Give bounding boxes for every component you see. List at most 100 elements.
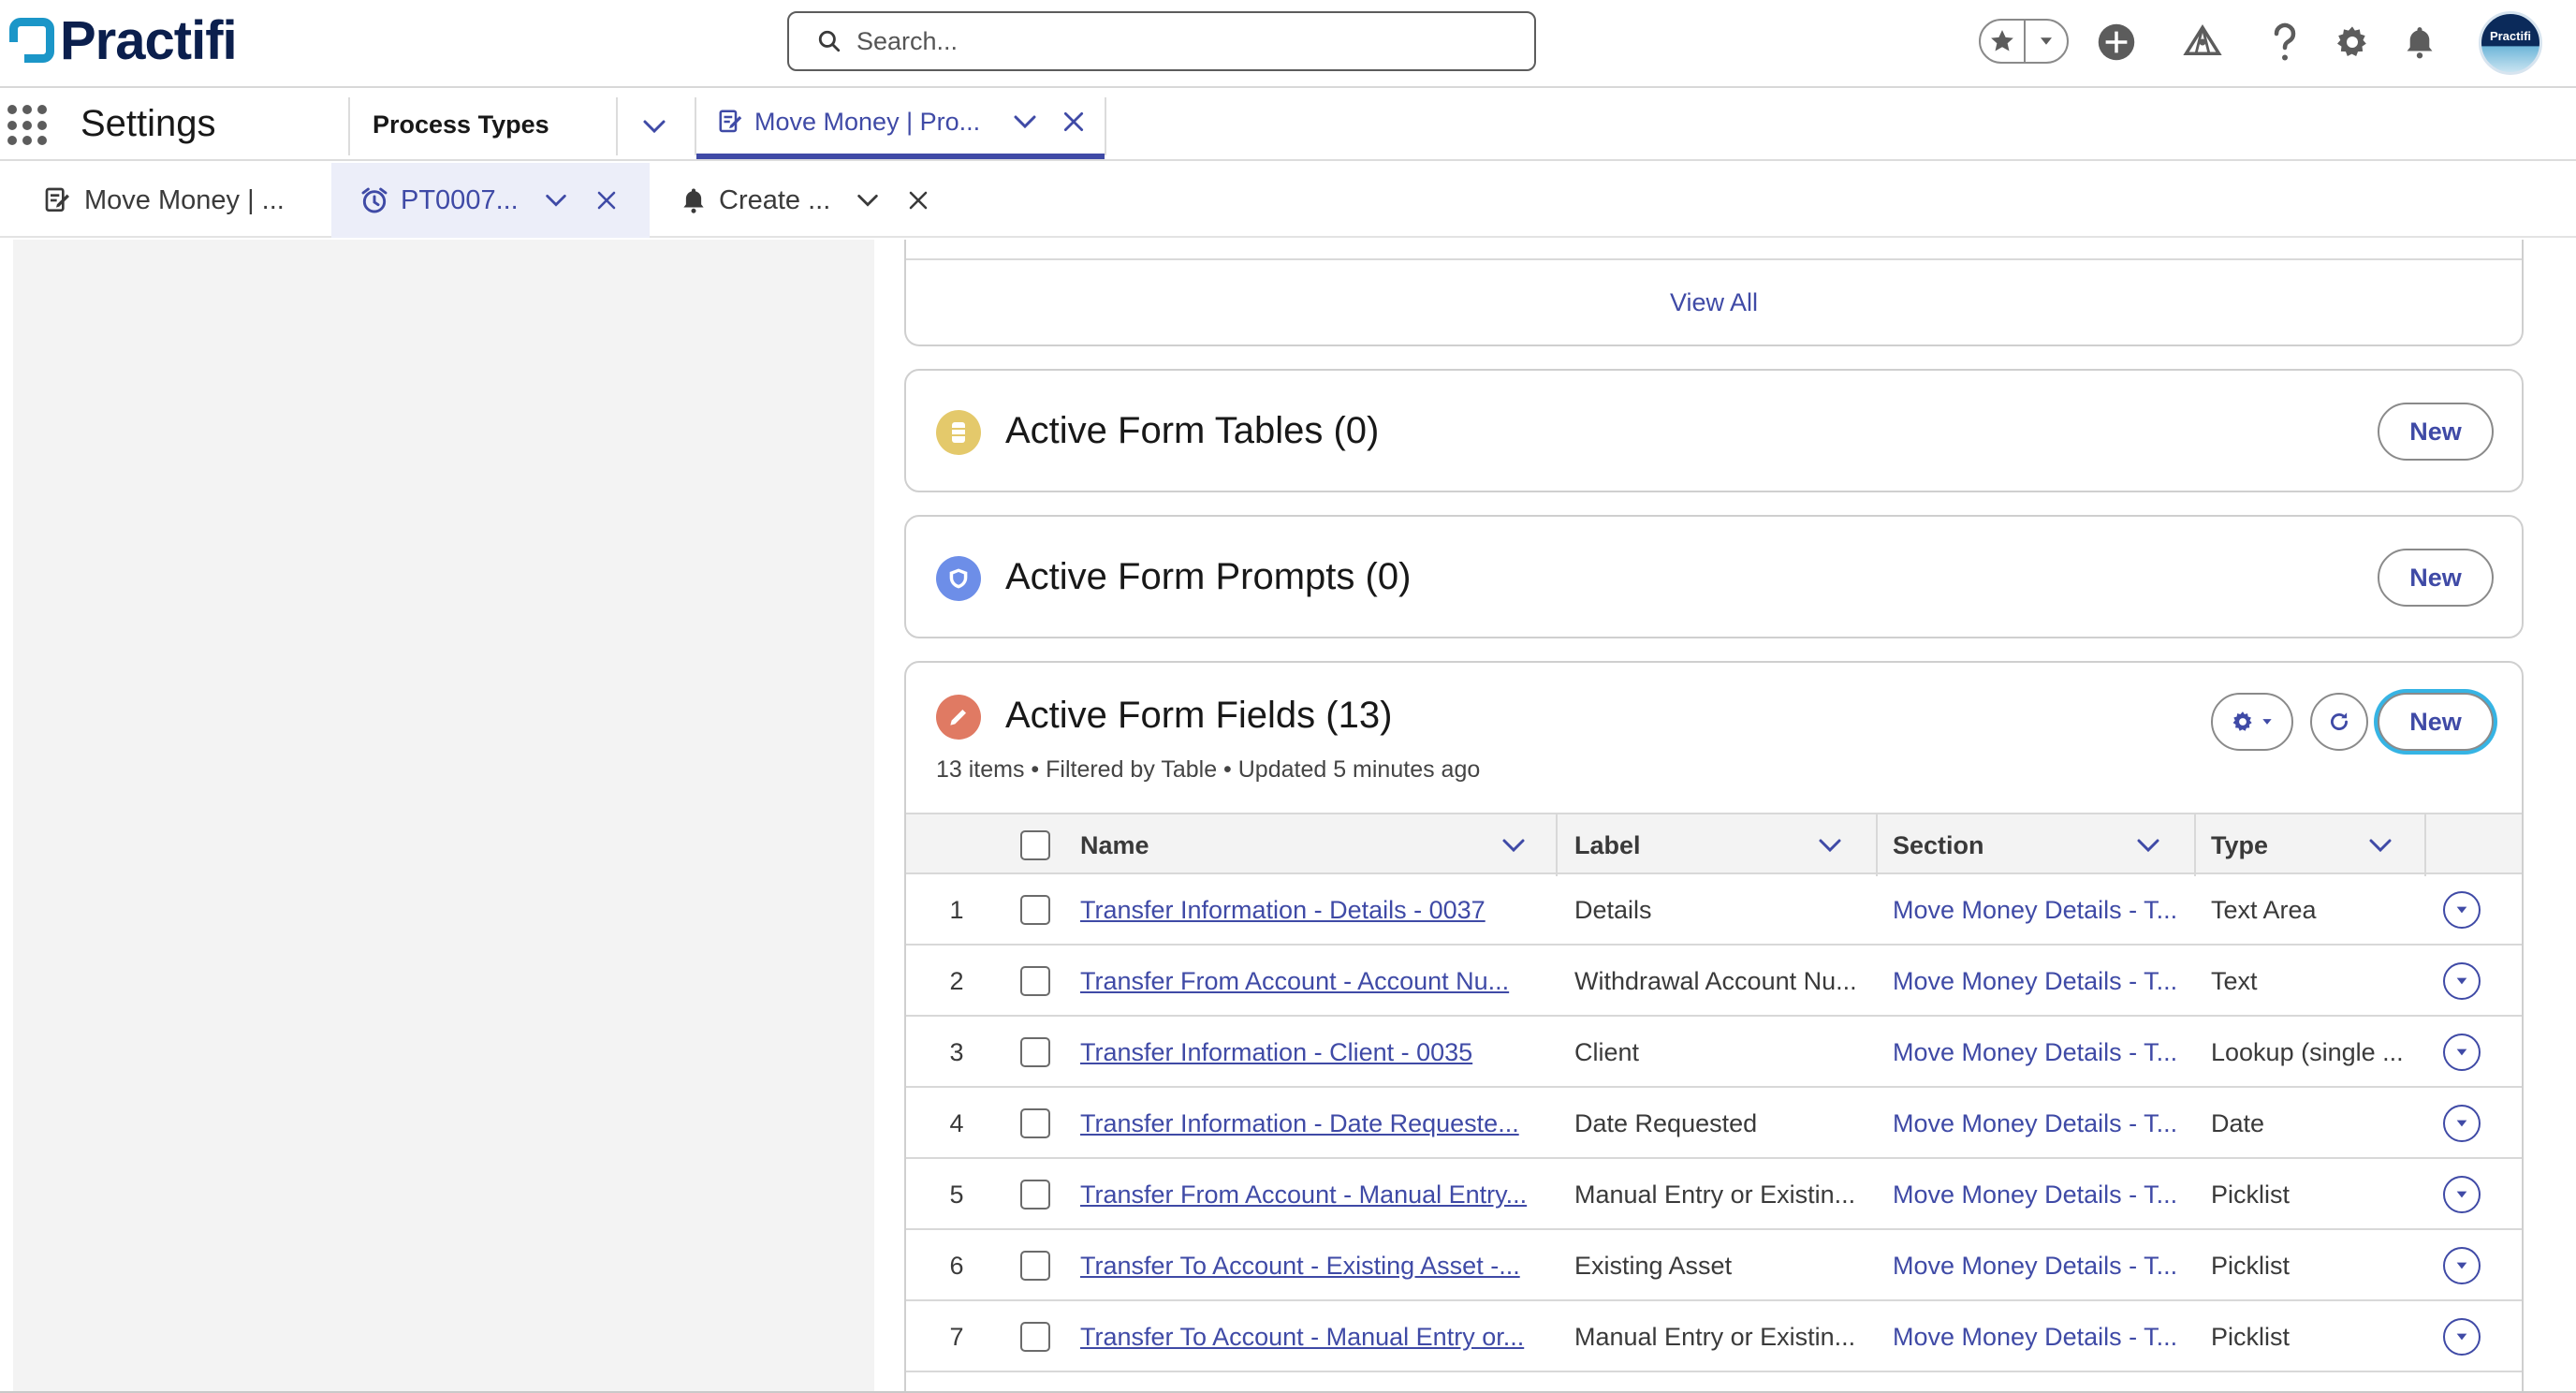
pencil-icon [950, 709, 967, 726]
new-form-table-button[interactable]: New [2378, 403, 2494, 461]
row-number: 5 [949, 1180, 964, 1209]
table-row: 1 Transfer Information - Details - 0037 De… [906, 874, 2522, 946]
field-type: Lookup (single ... [2211, 1037, 2404, 1066]
row-actions-button[interactable] [2443, 1247, 2481, 1284]
bell-icon [2407, 27, 2433, 59]
row-actions-button[interactable] [2443, 1176, 2481, 1213]
active-form-fields-title[interactable]: Active Form Fields (13) [1005, 695, 1392, 737]
global-search[interactable] [787, 11, 1536, 71]
field-name-link[interactable]: Transfer To Account - Manual Entry or... [1080, 1301, 1530, 1372]
field-section-link[interactable]: Move Money Details - T... [1893, 874, 2185, 946]
column-divider [2194, 814, 2196, 876]
tab-menu-chevron-icon[interactable] [1011, 108, 1039, 136]
row-checkbox[interactable] [1020, 1037, 1050, 1067]
workspace-tab-label: Move Money | Pro... [754, 107, 981, 136]
nav-item-menu-button[interactable] [640, 112, 668, 145]
field-name-link[interactable]: Transfer To Account - Existing Asset -..… [1080, 1230, 1530, 1301]
row-checkbox[interactable] [1020, 1180, 1050, 1210]
practifi-logo-mark-icon [9, 18, 54, 63]
table-row: 2 Transfer From Account - Account Nu... Wi… [906, 946, 2522, 1017]
row-checkbox[interactable] [1020, 1251, 1050, 1281]
practifi-logo[interactable]: Practifi [9, 10, 238, 71]
row-checkbox[interactable] [1020, 1322, 1050, 1352]
active-form-prompts-title[interactable]: Active Form Prompts (0) [1005, 556, 1411, 598]
new-form-prompt-button[interactable]: New [2378, 549, 2494, 607]
row-actions-button[interactable] [2443, 1318, 2481, 1356]
row-number: 4 [949, 1108, 964, 1137]
row-actions-button[interactable] [2443, 962, 2481, 1000]
subtab-menu-chevron-icon[interactable] [855, 187, 881, 213]
field-section-link[interactable]: Move Money Details - T... [1893, 1230, 2185, 1301]
row-checkbox-cell [1020, 1159, 1052, 1230]
subtab-close-icon[interactable] [907, 189, 929, 212]
row-actions-button[interactable] [2443, 891, 2481, 929]
subtab-menu-chevron-icon[interactable] [543, 187, 569, 213]
add-circle-icon [2098, 23, 2135, 61]
subtab-create[interactable]: Create ... [650, 163, 949, 238]
column-menu-chevron-icon[interactable] [1500, 831, 1528, 859]
table-row: 5 Transfer From Account - Manual Entry...… [906, 1159, 2522, 1230]
column-header-section[interactable]: Section [1893, 814, 2164, 876]
field-section-link[interactable]: Move Money Details - T... [1893, 1017, 2185, 1088]
field-section-link[interactable]: Move Money Details - T... [1893, 1301, 2185, 1372]
caret-down-icon [2456, 1048, 2467, 1056]
row-checkbox-cell [1020, 874, 1052, 946]
help-button[interactable] [2263, 21, 2306, 64]
app-launcher-icon[interactable] [7, 105, 49, 146]
workspace-tab-move-money[interactable]: Move Money | Pro... [696, 90, 1105, 159]
search-input[interactable] [856, 26, 1493, 56]
setup-button[interactable] [2331, 21, 2374, 64]
new-form-field-button[interactable]: New [2378, 693, 2494, 751]
field-section-link[interactable]: Move Money Details - T... [1893, 946, 2185, 1017]
field-section-link[interactable]: Move Money Details - T... [1893, 1159, 2185, 1230]
field-name-link[interactable]: Transfer From Account - Manual Entry... [1080, 1159, 1530, 1230]
gear-icon [2337, 26, 2366, 56]
subtab-move-money[interactable]: Move Money | ... [13, 163, 331, 238]
list-settings-button[interactable] [2211, 693, 2293, 751]
column-header-label-col[interactable]: Label [1574, 814, 1846, 876]
field-name-link[interactable]: Transfer Information - Client - 0035 [1080, 1017, 1530, 1088]
row-checkbox[interactable] [1020, 966, 1050, 996]
subtab-pt0007[interactable]: PT0007... [331, 163, 650, 238]
trailhead-button[interactable] [2181, 21, 2224, 64]
column-menu-chevron-icon[interactable] [2366, 831, 2394, 859]
row-checkbox-cell [1020, 1301, 1052, 1372]
refresh-button[interactable] [2310, 693, 2368, 751]
global-create-button[interactable] [2095, 21, 2138, 64]
column-menu-chevron-icon[interactable] [2134, 831, 2162, 859]
tab-close-icon[interactable] [1061, 110, 1086, 134]
bell-icon [683, 188, 704, 213]
caret-down-icon [2456, 1191, 2467, 1198]
table-row: 7 Transfer To Account - Manual Entry or..… [906, 1301, 2522, 1372]
row-actions-button[interactable] [2443, 1034, 2481, 1071]
gear-icon [2232, 711, 2252, 731]
notifications-button[interactable] [2398, 21, 2441, 64]
active-form-tables-title[interactable]: Active Form Tables (0) [1005, 410, 1379, 452]
row-checkbox[interactable] [1020, 895, 1050, 925]
favorites-menu-button[interactable] [2023, 21, 2067, 62]
row-actions-button[interactable] [2443, 1105, 2481, 1142]
field-label: Manual Entry or Existin... [1574, 1322, 1856, 1351]
table-icon [952, 422, 965, 443]
favorites-star-button[interactable] [1981, 21, 2024, 62]
column-header-name[interactable]: Name [1080, 814, 1530, 876]
field-section-link[interactable]: Move Money Details - T... [1893, 1088, 2185, 1159]
select-all-checkbox[interactable] [1020, 830, 1050, 860]
left-panel [13, 240, 874, 1393]
user-avatar[interactable]: Practifi [2479, 11, 2542, 75]
column-divider [1556, 814, 1558, 876]
row-checkbox[interactable] [1020, 1108, 1050, 1138]
subtab-close-icon[interactable] [595, 189, 618, 212]
table-row: 4 Transfer Information - Date Requeste...… [906, 1088, 2522, 1159]
field-name-link[interactable]: Transfer Information - Details - 0037 [1080, 874, 1530, 946]
app-name: Settings [80, 103, 216, 144]
view-all-link[interactable]: View All [906, 288, 2522, 317]
field-name-link[interactable]: Transfer From Account - Account Nu... [1080, 946, 1530, 1017]
column-header-label: Name [1080, 830, 1149, 859]
row-number: 6 [949, 1251, 964, 1280]
nav-item-process-types[interactable]: Process Types [373, 110, 549, 139]
caret-down-icon [2456, 1120, 2467, 1127]
column-header-label: Label [1574, 830, 1641, 859]
column-menu-chevron-icon[interactable] [1816, 831, 1844, 859]
field-name-link[interactable]: Transfer Information - Date Requeste... [1080, 1088, 1530, 1159]
